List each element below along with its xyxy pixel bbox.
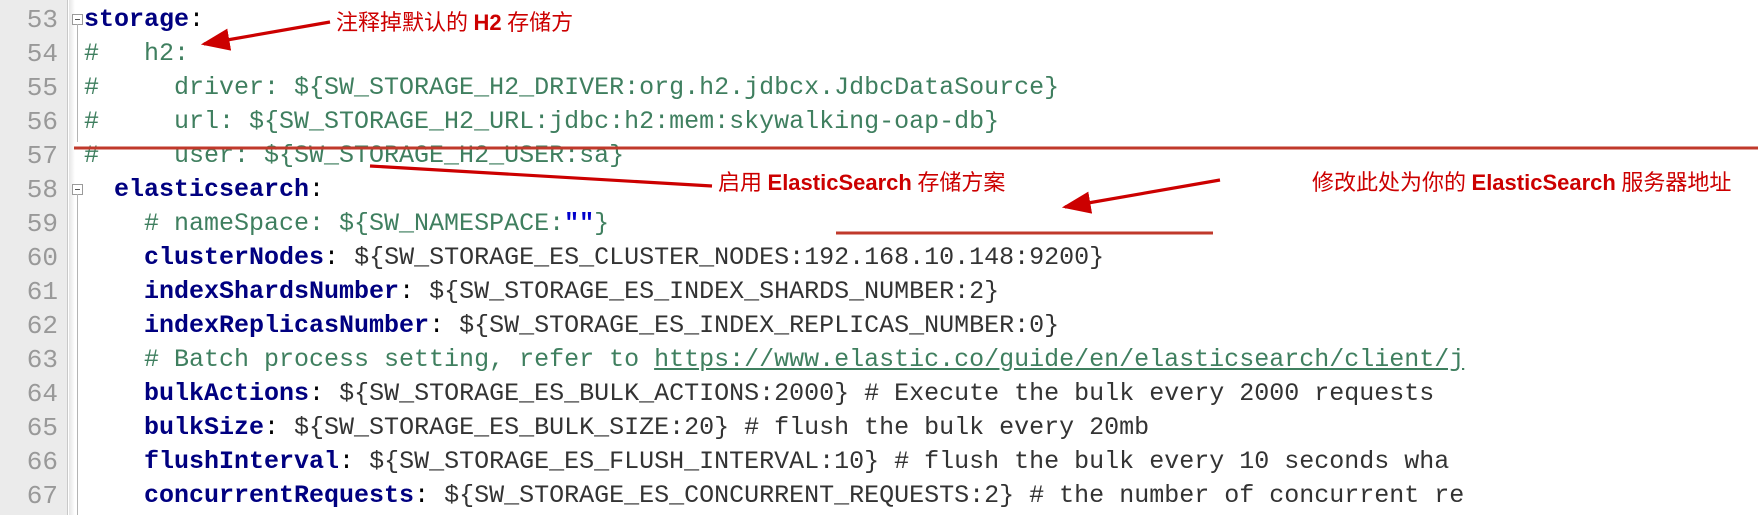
code-line[interactable]: 57 # user: ${SW_STORAGE_H2_USER:sa} [0, 139, 1758, 173]
line-number: 63 [26, 345, 58, 375]
code-line[interactable]: 66 flushInterval: ${SW_STORAGE_ES_FLUSH_… [0, 445, 1758, 479]
code-token: } [594, 209, 610, 238]
line-number: 56 [26, 107, 58, 137]
fold-guide-line [77, 24, 78, 142]
code-text[interactable]: bulkActions: ${SW_STORAGE_ES_BULK_ACTION… [84, 377, 1434, 411]
code-token: indexShardsNumber [84, 277, 400, 306]
fold-guide-line [77, 194, 78, 515]
line-number: 62 [26, 311, 58, 341]
code-line[interactable]: 58 elasticsearch: [0, 173, 1758, 207]
line-number: 64 [26, 379, 58, 409]
code-line[interactable]: 60 clusterNodes: ${SW_STORAGE_ES_CLUSTER… [0, 241, 1758, 275]
code-lines-container[interactable]: 53 storage: 54 # h2: 55 # driver: ${SW_STORAG… [0, 0, 1758, 515]
code-line[interactable]: 54 # h2: [0, 37, 1758, 71]
code-line[interactable]: 64 bulkActions: ${SW_STORAGE_ES_BULK_ACT… [0, 377, 1758, 411]
code-token: bulkActions [84, 379, 310, 408]
code-text[interactable]: # user: ${SW_STORAGE_H2_USER:sa} [84, 139, 624, 173]
code-token: # user: ${SW_STORAGE_H2_USER:sa} [84, 141, 625, 170]
code-token: ${SW_STORAGE_ES_BULK_ACTIONS:2000} # Exe… [339, 379, 1435, 408]
code-token: : [414, 481, 445, 510]
code-text[interactable]: # url: ${SW_STORAGE_H2_URL:jdbc:h2:mem:s… [84, 105, 999, 139]
line-number: 55 [26, 73, 58, 103]
code-token: # nameSpace: ${SW_NAMESPACE: [84, 209, 565, 238]
code-text[interactable]: # driver: ${SW_STORAGE_H2_DRIVER:org.h2.… [84, 71, 1059, 105]
code-token: : [189, 5, 205, 34]
code-line[interactable]: 55 # driver: ${SW_STORAGE_H2_DRIVER:org.h… [0, 71, 1758, 105]
code-token: : [309, 175, 325, 204]
code-text[interactable]: flushInterval: ${SW_STORAGE_ES_FLUSH_INT… [84, 445, 1449, 479]
code-line[interactable]: 65 bulkSize: ${SW_STORAGE_ES_BULK_SIZE:2… [0, 411, 1758, 445]
code-text[interactable]: # h2: [84, 37, 189, 71]
code-token: ${SW_STORAGE_ES_INDEX_REPLICAS_NUMBER:0} [459, 311, 1060, 340]
line-number: 66 [26, 447, 58, 477]
code-line[interactable]: 59 # nameSpace: ${SW_NAMESPACE:""} [0, 207, 1758, 241]
code-line[interactable]: 63 # Batch process setting, refer to htt… [0, 343, 1758, 377]
line-number: 53 [26, 5, 58, 35]
code-text[interactable]: indexReplicasNumber: ${SW_STORAGE_ES_IND… [84, 309, 1059, 343]
code-token: elasticsearch [84, 175, 310, 204]
code-token: # driver: ${SW_STORAGE_H2_DRIVER:org.h2.… [84, 73, 1060, 102]
code-text[interactable]: storage: [84, 3, 204, 37]
code-token: # h2: [84, 39, 190, 68]
code-token: ${SW_STORAGE_ES_CLUSTER_NODES:192.168.10… [354, 243, 1105, 272]
code-token: clusterNodes [84, 243, 325, 272]
code-text[interactable]: concurrentRequests: ${SW_STORAGE_ES_CONC… [84, 479, 1464, 513]
code-token: : [399, 277, 430, 306]
code-token: ${SW_STORAGE_ES_BULK_SIZE:20} # flush th… [294, 413, 1150, 442]
code-editor-screenshot: 53 storage: 54 # h2: 55 # driver: ${SW_STORAG… [0, 0, 1758, 515]
code-token: : [339, 447, 370, 476]
code-token: concurrentRequests [84, 481, 415, 510]
code-token: ${SW_STORAGE_ES_FLUSH_INTERVAL:10} # flu… [369, 447, 1450, 476]
code-text[interactable]: # Batch process setting, refer to https:… [84, 343, 1464, 377]
code-token: # url: ${SW_STORAGE_H2_URL:jdbc:h2:mem:s… [84, 107, 1000, 136]
code-line[interactable]: 62 indexReplicasNumber: ${SW_STORAGE_ES_… [0, 309, 1758, 343]
code-token: : [429, 311, 460, 340]
code-text[interactable]: # nameSpace: ${SW_NAMESPACE:""} [84, 207, 609, 241]
code-token: indexReplicasNumber [84, 311, 430, 340]
code-token: bulkSize [84, 413, 265, 442]
line-number: 59 [26, 209, 58, 239]
code-line[interactable]: 53 storage: [0, 3, 1758, 37]
code-token: ${SW_STORAGE_ES_CONCURRENT_REQUESTS:2} #… [444, 481, 1465, 510]
code-token: flushInterval [84, 447, 340, 476]
code-token: : [324, 243, 355, 272]
line-number: 60 [26, 243, 58, 273]
line-number: 58 [26, 175, 58, 205]
code-token: "" [564, 209, 595, 238]
code-token: storage [84, 5, 190, 34]
code-token: ${SW_STORAGE_ES_INDEX_SHARDS_NUMBER:2} [429, 277, 1000, 306]
line-number: 61 [26, 277, 58, 307]
code-text[interactable]: elasticsearch: [84, 173, 324, 207]
line-number: 65 [26, 413, 58, 443]
line-number: 57 [26, 141, 58, 171]
line-number: 54 [26, 39, 58, 69]
code-token: # Batch process setting, refer to [84, 345, 655, 374]
code-text[interactable]: clusterNodes: ${SW_STORAGE_ES_CLUSTER_NO… [84, 241, 1104, 275]
code-token: https://www.elastic.co/guide/en/elastics… [654, 345, 1465, 374]
code-text[interactable]: indexShardsNumber: ${SW_STORAGE_ES_INDEX… [84, 275, 999, 309]
code-line[interactable]: 61 indexShardsNumber: ${SW_STORAGE_ES_IN… [0, 275, 1758, 309]
code-line[interactable]: 67 concurrentRequests: ${SW_STORAGE_ES_C… [0, 479, 1758, 513]
code-token: : [264, 413, 295, 442]
code-line[interactable]: 56 # url: ${SW_STORAGE_H2_URL:jdbc:h2:mem… [0, 105, 1758, 139]
code-token: : [309, 379, 340, 408]
line-number: 67 [26, 481, 58, 511]
code-text[interactable]: bulkSize: ${SW_STORAGE_ES_BULK_SIZE:20} … [84, 411, 1149, 445]
